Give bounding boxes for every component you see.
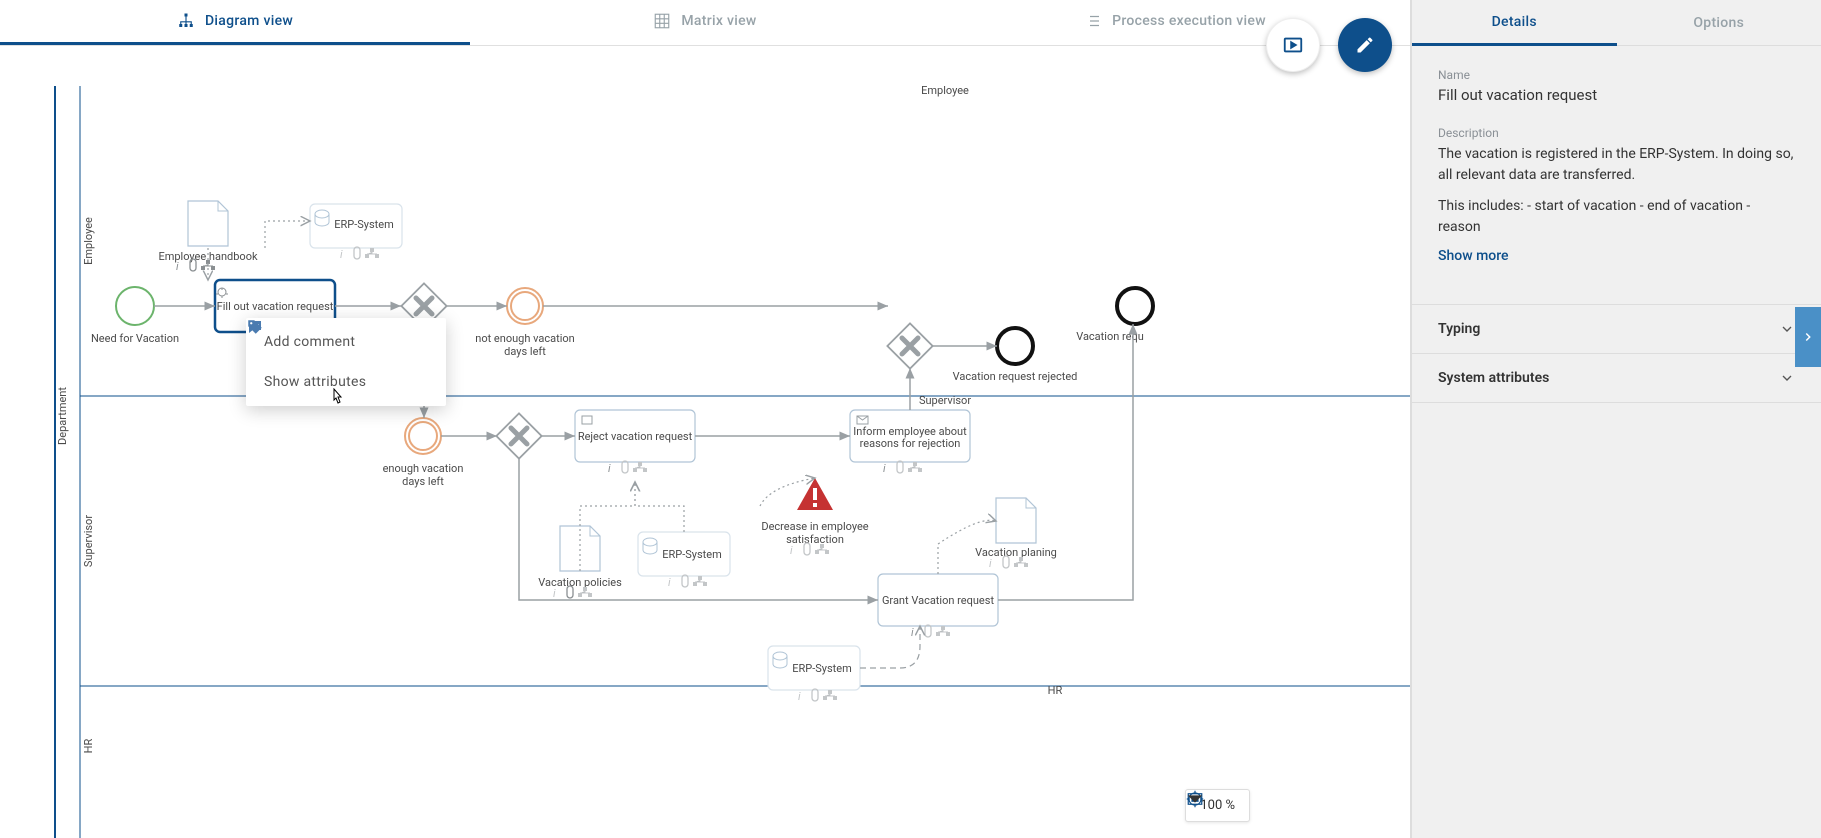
tab-matrix-label: Matrix view — [681, 13, 756, 29]
event-enough-days[interactable] — [405, 418, 441, 454]
svg-text:not enough vacation: not enough vacation — [475, 332, 574, 345]
svg-text:Reject vacation request: Reject vacation request — [578, 430, 693, 443]
tab-matrix-view[interactable]: Matrix view — [470, 0, 940, 45]
zoom-bar: 100 % — [1185, 789, 1250, 822]
chevron-right-icon — [1801, 330, 1815, 344]
menu-add-comment-label: Add comment — [264, 334, 355, 350]
side-tab-options[interactable]: Options — [1617, 0, 1821, 46]
details-name-value: Fill out vacation request — [1438, 86, 1795, 104]
doc-employee-handbook[interactable] — [188, 201, 228, 246]
event-not-enough-days[interactable] — [507, 288, 543, 324]
accordion-typing[interactable]: Typing — [1412, 305, 1821, 354]
menu-show-attributes-label: Show attributes — [264, 374, 366, 390]
svg-text:reasons for rejection: reasons for rejection — [860, 437, 961, 450]
lane-employee-watermark: Employee — [921, 84, 969, 97]
svg-text:i: i — [553, 587, 556, 600]
view-tabs: Diagram view Matrix view Process executi… — [0, 0, 1410, 46]
svg-text:i: i — [608, 462, 611, 475]
details-name-label: Name — [1438, 68, 1795, 82]
edit-button[interactable] — [1338, 18, 1392, 72]
datastore-erp-1[interactable]: ERP-System — [310, 204, 402, 248]
svg-text:i: i — [340, 248, 343, 261]
zoom-level-dropdown[interactable]: 100 % — [1200, 798, 1235, 813]
cursor-pointer-icon — [328, 388, 348, 410]
chevron-down-icon — [1779, 370, 1795, 386]
diagram-canvas[interactable]: Department Employee Supervisor HR Employ… — [0, 46, 1410, 838]
gateway-3[interactable] — [887, 323, 932, 368]
play-rect-icon — [1282, 34, 1304, 56]
svg-text:satisfaction: satisfaction — [786, 533, 844, 546]
tab-process-label: Process execution view — [1112, 13, 1266, 29]
svg-text:Vacation planing: Vacation planing — [975, 546, 1057, 559]
tab-diagram-label: Diagram view — [205, 13, 293, 29]
show-more-link[interactable]: Show more — [1438, 248, 1795, 264]
task-fill-out-request-label: Fill out vacation request — [217, 300, 334, 313]
pool-label: Department — [56, 387, 69, 445]
lane-employee-label: Employee — [82, 217, 95, 265]
svg-text:i: i — [790, 544, 793, 557]
gateway-2[interactable] — [496, 413, 541, 458]
svg-text:Vacation request rejected: Vacation request rejected — [953, 370, 1078, 383]
datastore-erp-2[interactable]: ERP-System — [638, 532, 730, 576]
svg-text:Vacation policies: Vacation policies — [538, 576, 622, 589]
svg-text:enough vacation: enough vacation — [383, 462, 464, 475]
svg-text:i: i — [668, 576, 671, 589]
details-desc-label: Description — [1438, 126, 1795, 140]
fab-row — [1266, 18, 1392, 72]
warning-icon — [797, 478, 833, 510]
chevron-down-icon — [1186, 790, 1204, 808]
collapse-panel-button[interactable] — [1795, 307, 1821, 367]
side-tab-details[interactable]: Details — [1412, 0, 1617, 46]
details-desc-1: The vacation is registered in the ERP-Sy… — [1438, 144, 1795, 186]
lane-hr-label: HR — [82, 738, 95, 753]
details-desc-2: This includes: - start of vacation - end… — [1438, 196, 1795, 238]
play-button[interactable] — [1266, 18, 1320, 72]
svg-text:days left: days left — [402, 475, 444, 488]
end-event-clipped[interactable] — [1117, 288, 1153, 324]
lane-supervisor-label: Supervisor — [82, 515, 95, 567]
svg-text:ERP-System: ERP-System — [662, 548, 722, 561]
sitemap-icon — [177, 12, 195, 30]
menu-add-comment[interactable]: Add comment — [246, 322, 446, 362]
pencil-icon — [1355, 35, 1375, 55]
accordion-system-attributes[interactable]: System attributes — [1412, 354, 1821, 403]
svg-text:i: i — [798, 690, 801, 703]
lane-supervisor-watermark: Supervisor — [919, 394, 971, 407]
svg-text:Decrease in employee: Decrease in employee — [761, 520, 868, 533]
svg-text:i: i — [911, 626, 914, 639]
end-event-rejected[interactable] — [997, 328, 1033, 364]
start-event-label: Need for Vacation — [91, 332, 179, 345]
svg-text:i: i — [883, 462, 886, 475]
svg-text:days left: days left — [504, 345, 546, 358]
grid-icon — [653, 12, 671, 30]
svg-text:ERP-System: ERP-System — [334, 218, 394, 231]
svg-text:ERP-System: ERP-System — [792, 662, 852, 675]
doc-vacation-planing[interactable] — [996, 498, 1036, 543]
list-icon — [1084, 12, 1102, 30]
tab-diagram-view[interactable]: Diagram view — [0, 0, 470, 45]
start-event[interactable] — [116, 287, 154, 325]
side-panel: Details Options Name Fill out vacation r… — [1411, 0, 1821, 838]
tag-icon — [246, 318, 264, 336]
zoom-level-label: 100 % — [1200, 798, 1235, 813]
chevron-down-icon — [1779, 321, 1795, 337]
svg-text:Grant Vacation request: Grant Vacation request — [882, 594, 995, 607]
svg-text:i: i — [176, 260, 179, 273]
lane-hr-watermark: HR — [1048, 684, 1063, 697]
svg-text:i: i — [989, 557, 992, 570]
datastore-erp-3[interactable]: ERP-System — [768, 646, 860, 690]
